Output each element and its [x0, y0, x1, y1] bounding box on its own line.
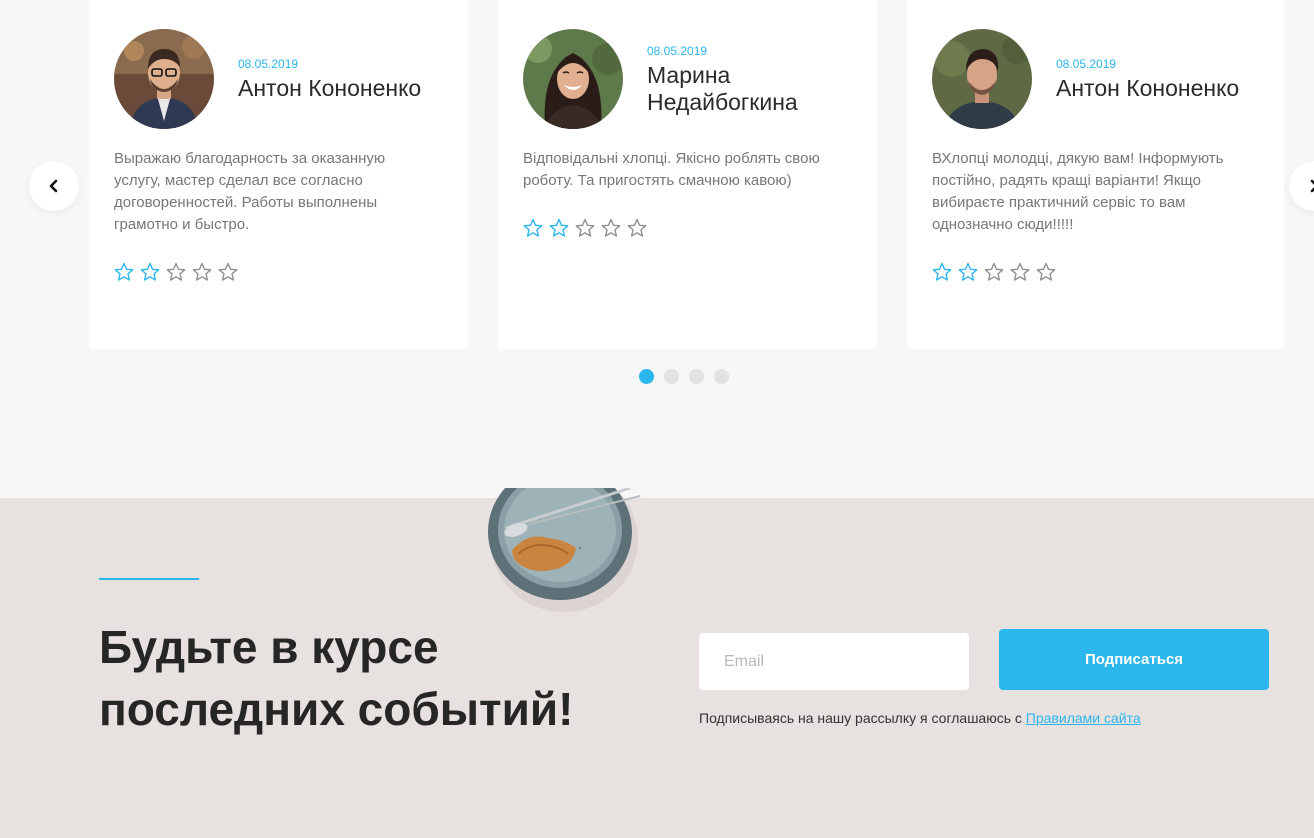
page: 08.05.2019 Антон Кононенко Выражаю благо…	[0, 0, 1314, 838]
accent-divider	[99, 578, 199, 580]
subscribe-heading: Будьте в курсе последних событий!	[99, 621, 574, 735]
pagination-dot[interactable]	[639, 369, 654, 384]
review-text: Відповідальні хлопці. Якісно роблять сво…	[523, 150, 820, 189]
avatar	[932, 29, 1032, 129]
star-empty-icon	[575, 218, 595, 237]
star-empty-icon	[1010, 262, 1030, 281]
chevron-right-icon	[1310, 179, 1314, 193]
star-empty-icon	[192, 262, 212, 281]
star-empty-icon	[218, 262, 238, 281]
rating-stars	[523, 218, 647, 238]
chevron-left-icon	[49, 179, 58, 193]
review-card: 08.05.2019 Марина Недайбогкина Відповіда…	[498, 0, 877, 349]
avatar	[114, 29, 214, 129]
star-empty-icon	[984, 262, 1004, 281]
consent-note: Подписываясь на нашу рассылку я соглашаю…	[699, 710, 1141, 726]
reviewer-name: Марина Недайбогкина	[647, 62, 798, 115]
subscribe-section: Будьте в курсе последних событий! Подпис…	[0, 488, 1314, 838]
pagination-dot[interactable]	[714, 369, 729, 384]
subscribe-button[interactable]: Подписаться	[999, 629, 1269, 690]
review-date: 08.05.2019	[647, 44, 708, 58]
consent-text: Подписываясь на нашу рассылку я соглашаю…	[699, 710, 1026, 726]
star-filled-icon	[523, 218, 543, 237]
review-text: ВХлопці молодці, дякую вам! Інформують п…	[932, 150, 1224, 233]
coffee-bowl-image	[488, 488, 641, 612]
rating-stars	[932, 262, 1056, 282]
carousel-next-button[interactable]	[1289, 161, 1314, 211]
avatar	[523, 29, 623, 129]
reviewer-name: Антон Кононенко	[1056, 75, 1240, 101]
pagination-dot[interactable]	[689, 369, 704, 384]
pagination-dot[interactable]	[664, 369, 679, 384]
star-filled-icon	[958, 262, 978, 281]
review-card: 08.05.2019 Антон Кононенко Выражаю благо…	[89, 0, 468, 349]
site-rules-link[interactable]: Правилами сайта	[1026, 710, 1141, 726]
star-empty-icon	[627, 218, 647, 237]
email-input[interactable]	[699, 633, 969, 690]
review-card: 08.05.2019 Антон Кононенко ВХлопці молод…	[907, 0, 1284, 349]
carousel-prev-button[interactable]	[29, 161, 79, 211]
review-date: 08.05.2019	[1056, 57, 1117, 71]
carousel-pagination	[639, 369, 729, 384]
reviewer-name: Антон Кононенко	[238, 75, 422, 101]
review-date: 08.05.2019	[238, 57, 299, 71]
star-filled-icon	[549, 218, 569, 237]
star-empty-icon	[166, 262, 186, 281]
review-text: Выражаю благодарность за оказанную услуг…	[114, 150, 386, 233]
reviews-section: 08.05.2019 Антон Кононенко Выражаю благо…	[0, 0, 1314, 498]
star-empty-icon	[1036, 262, 1056, 281]
star-filled-icon	[140, 262, 160, 281]
rating-stars	[114, 262, 238, 282]
star-empty-icon	[601, 218, 621, 237]
star-filled-icon	[932, 262, 952, 281]
star-filled-icon	[114, 262, 134, 281]
